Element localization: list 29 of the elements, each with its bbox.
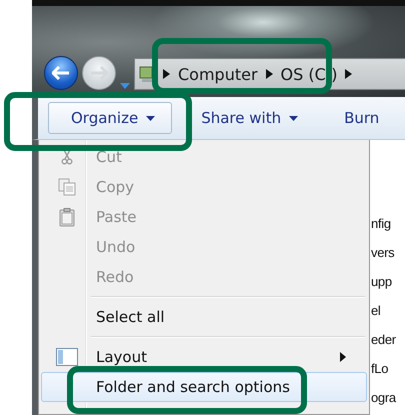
- toolbar-button[interactable]: Share with: [178, 102, 316, 134]
- file-name[interactable]: el: [371, 303, 381, 321]
- file-name[interactable]: fLo: [371, 361, 388, 379]
- file-name[interactable]: upp: [371, 274, 392, 292]
- caret-icon: [289, 116, 298, 120]
- chevron-icon[interactable]: [345, 69, 352, 79]
- chevron-icon[interactable]: [163, 69, 170, 79]
- toolbar-button[interactable]: Burn: [321, 102, 396, 134]
- scissors-icon: [61, 149, 73, 165]
- breadcrumb[interactable]: Computer: [178, 64, 258, 84]
- computer-icon: [139, 65, 155, 83]
- back-button[interactable]: [44, 56, 78, 90]
- back-arrow-icon: [52, 66, 70, 80]
- copy-icon: [58, 178, 76, 196]
- layout-icon: [56, 348, 78, 366]
- file-name[interactable]: vers: [371, 245, 394, 263]
- menu-item[interactable]: Layout: [41, 342, 367, 372]
- file-name[interactable]: eder: [371, 332, 396, 350]
- file-name[interactable]: nfig: [371, 216, 391, 234]
- file-name[interactable]: ogra: [371, 390, 396, 408]
- clipboard-icon: [59, 208, 75, 226]
- submenu-arrow-icon: [340, 352, 346, 362]
- toolbar-button[interactable]: Organize: [48, 102, 172, 134]
- forward-arrow-icon: [90, 66, 108, 80]
- menu-item[interactable]: Folder and search options: [41, 372, 367, 402]
- chevron-icon[interactable]: [266, 69, 273, 79]
- menu-item[interactable]: Select all: [41, 302, 367, 332]
- history-caret-icon[interactable]: [120, 82, 130, 90]
- caret-icon: [146, 116, 156, 120]
